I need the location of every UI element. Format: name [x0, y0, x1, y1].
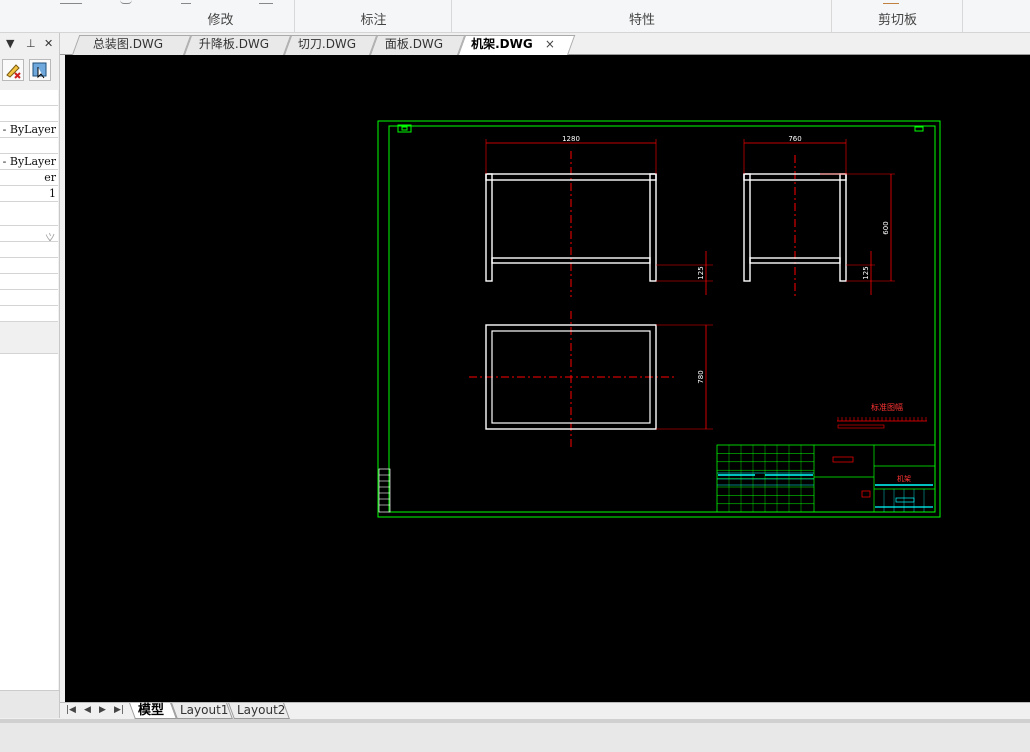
panel-menu-icon[interactable]: ▼ — [6, 37, 14, 50]
sheet-outer-border — [377, 120, 941, 518]
top-view[interactable]: 780 — [469, 311, 713, 448]
tab-layout1[interactable]: Layout1 — [171, 703, 233, 719]
property-row[interactable] — [0, 242, 58, 258]
tab-cutter[interactable]: 切刀.DWG — [284, 35, 378, 55]
app-window: 修改 标注 特性 剪切板 ▼ ⊥ ✕ - ByLayer - ByLayer e… — [0, 0, 1030, 752]
side-right-leg — [839, 173, 847, 282]
title-block-red-box — [861, 490, 871, 498]
property-row[interactable]: - ByLayer — [0, 154, 58, 170]
front-foot-dim-text: 125 — [697, 266, 705, 279]
panel-header: ▼ ⊥ ✕ — [0, 33, 59, 55]
tab-label: 面板.DWG — [384, 37, 444, 51]
title-block[interactable]: 机架 — [716, 444, 936, 513]
property-row[interactable] — [0, 202, 58, 226]
ribbon-icon-fragment — [883, 0, 899, 4]
ribbon-group-modify[interactable]: 修改 — [147, 0, 295, 32]
tab-label: 总装图.DWG — [92, 37, 164, 51]
close-icon[interactable]: ✕ — [44, 37, 53, 50]
layout-tab-bar: |◀ ◀ ▶ ▶| 模型 Layout1 Layout2 — [60, 702, 1030, 719]
property-value: - ByLayer — [2, 123, 56, 136]
layout-tab-label: Layout1 — [180, 703, 229, 717]
panel-footer — [0, 690, 59, 718]
ribbon-group-clipboard[interactable]: 剪切板 — [833, 0, 963, 32]
front-left-leg — [485, 173, 493, 282]
property-row[interactable] — [0, 290, 58, 306]
last-layout-icon[interactable]: ▶| — [114, 705, 124, 715]
drawing-canvas[interactable]: 1280 125 760 600 125 780 标准图幅 机架 — [65, 55, 1030, 702]
property-row[interactable]: - ByLayer — [0, 122, 58, 138]
scale-bar-ticks — [837, 417, 927, 421]
side-left-leg — [743, 173, 751, 282]
layout-tab-label: Layout2 — [237, 703, 286, 717]
tab-model[interactable]: 模型 — [129, 703, 177, 719]
cad-drawing[interactable]: 1280 125 760 600 125 780 标准图幅 机架 — [65, 55, 1030, 702]
property-row[interactable]: 义 — [0, 226, 58, 242]
first-layout-icon[interactable]: |◀ — [66, 705, 76, 715]
tab-close-icon[interactable]: × — [545, 37, 555, 51]
scale-bar-label: 标准图幅 — [871, 402, 903, 412]
front-width-dim-text: 1280 — [562, 135, 580, 143]
layout-tab-label: 模型 — [138, 703, 165, 718]
properties-panel: ▼ ⊥ ✕ - ByLayer - ByLayer er 1 义 — [0, 33, 60, 718]
property-row[interactable] — [0, 90, 58, 106]
property-value: 义 — [43, 232, 56, 242]
quick-select-button[interactable] — [2, 59, 24, 81]
sheet-inner-border — [388, 125, 936, 513]
property-list: - ByLayer - ByLayer er 1 义 — [0, 90, 58, 322]
property-row[interactable] — [0, 306, 58, 322]
side-foot-dim-text: 125 — [862, 266, 870, 279]
title-block-red-box — [832, 456, 854, 463]
select-objects-button[interactable] — [29, 59, 51, 81]
sheet-corner-mark — [914, 126, 924, 132]
property-value: 1 — [49, 187, 56, 200]
ribbon-icon-fragment — [259, 0, 273, 4]
document-tab-bar: 总装图.DWG 升降板.DWG 切刀.DWG 面板.DWG 机架.DWG × — [60, 33, 1030, 55]
scale-bar-box — [837, 424, 885, 429]
tab-lift-plate[interactable]: 升降板.DWG — [184, 35, 292, 55]
tab-assembly[interactable]: 总装图.DWG — [72, 35, 192, 55]
scale-bar: 标准图幅 — [837, 402, 927, 429]
pencil-icon — [6, 64, 21, 79]
side-view[interactable]: 760 600 125 — [743, 135, 895, 297]
side-height-dim-text: 600 — [882, 221, 890, 234]
margin-table — [378, 468, 391, 513]
title-block-cyan-box — [895, 497, 915, 503]
next-layout-icon[interactable]: ▶ — [99, 705, 106, 715]
property-row[interactable] — [0, 138, 58, 154]
tab-frame[interactable]: 机架.DWG × — [458, 35, 576, 55]
tab-label: 升降板.DWG — [198, 37, 270, 51]
front-view[interactable]: 1280 125 — [485, 135, 713, 297]
sheet-corner-mark — [401, 126, 408, 131]
side-width-dim-text: 760 — [788, 135, 801, 143]
tab-label: 切刀.DWG — [297, 37, 357, 51]
tab-label: 机架.DWG — [471, 37, 533, 51]
property-row[interactable] — [0, 274, 58, 290]
top-depth-dim-text: 780 — [697, 370, 705, 383]
ribbon-group-label: 剪切板 — [877, 13, 917, 28]
property-row[interactable]: er — [0, 170, 58, 186]
status-bar — [0, 719, 1030, 752]
property-value: - ByLayer — [2, 155, 56, 168]
ribbon-icon-fragment — [120, 0, 132, 4]
property-row[interactable]: 1 — [0, 186, 58, 202]
ribbon-group-label: 特性 — [628, 13, 655, 28]
ribbon-group-properties[interactable]: 特性 — [453, 0, 832, 32]
tab-layout2[interactable]: Layout2 — [228, 703, 290, 719]
ribbon-group-label: 修改 — [207, 13, 234, 28]
select-objects-icon — [32, 62, 47, 79]
tab-panel[interactable]: 面板.DWG — [370, 35, 466, 55]
ribbon-group-dimension[interactable]: 标注 — [296, 0, 452, 32]
front-right-leg — [649, 173, 657, 282]
ribbon-group-label: 标注 — [360, 13, 387, 28]
title-block-drawing-name: 机架 — [897, 474, 911, 483]
ribbon-icon-fragment — [181, 0, 191, 4]
prev-layout-icon[interactable]: ◀ — [84, 705, 91, 715]
property-row[interactable] — [0, 106, 58, 122]
ribbon-icon-fragment — [60, 0, 82, 4]
property-row[interactable] — [0, 258, 58, 274]
ribbon: 修改 标注 特性 剪切板 — [0, 0, 1030, 33]
pin-icon[interactable]: ⊥ — [26, 37, 36, 50]
property-value: er — [44, 171, 56, 184]
property-list-empty-area — [0, 353, 58, 693]
